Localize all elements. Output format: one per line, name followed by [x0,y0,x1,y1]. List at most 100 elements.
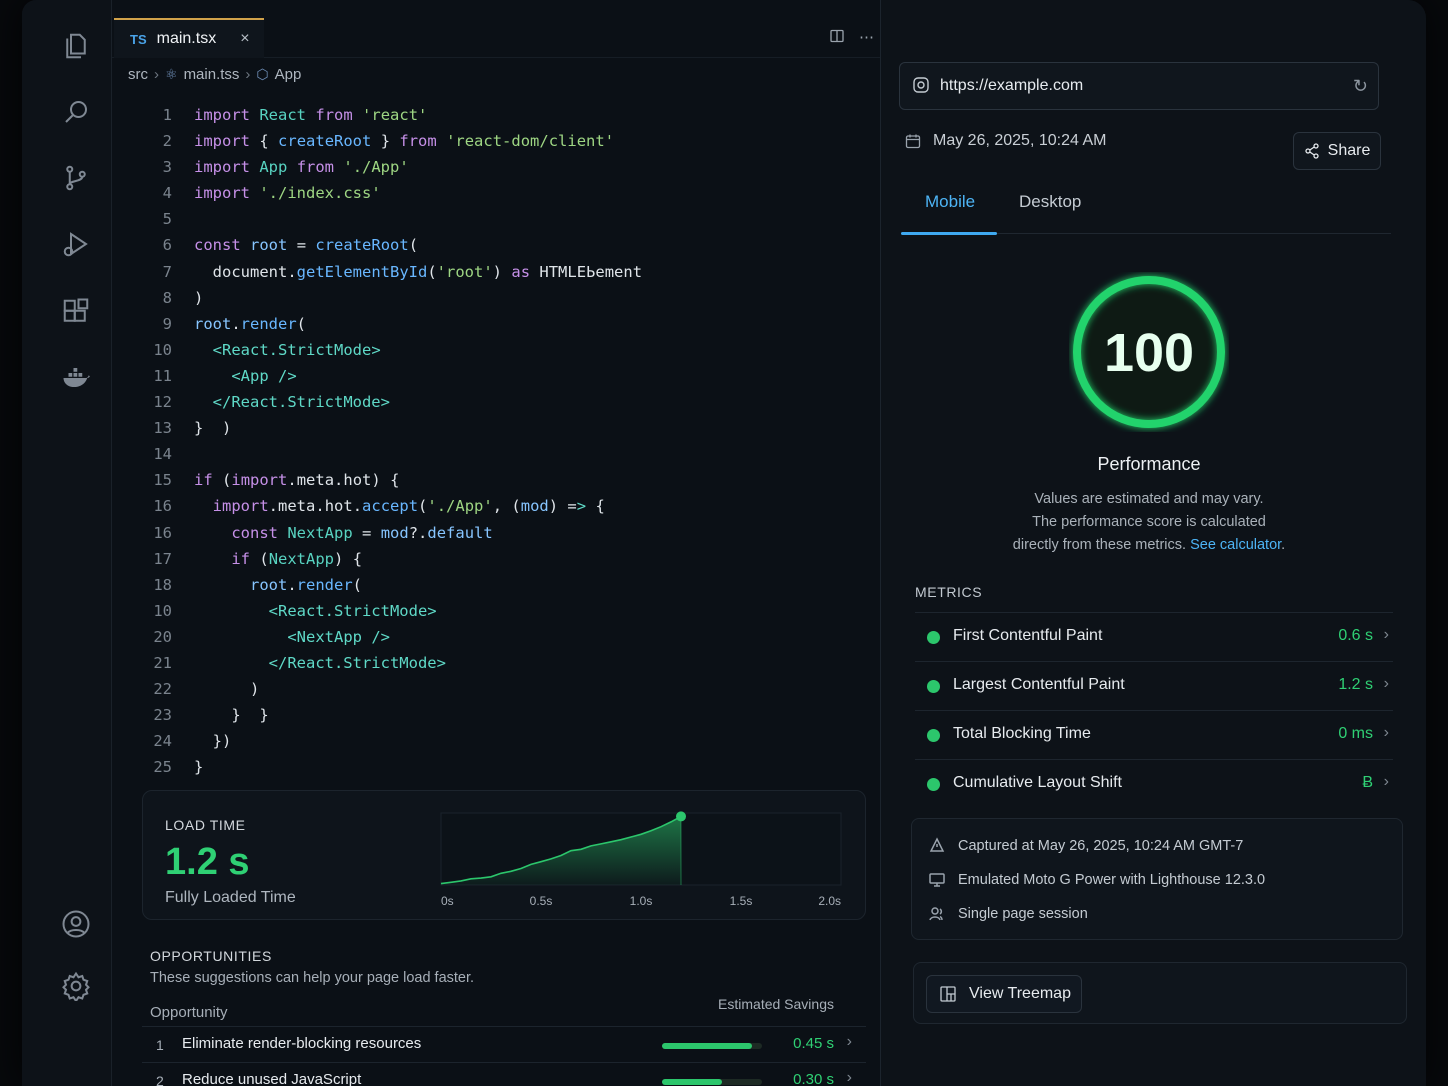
metric-name: Largest Contentful Paint [953,676,1125,693]
run-debug-icon[interactable] [56,224,96,264]
view-treemap-button[interactable]: View Treemap [926,975,1082,1013]
load-time-card: LOAD TIME 1.2 s Fully Loaded Time 0s 0.5s… [142,790,866,920]
line-number: 21 [153,653,172,672]
code-line[interactable]: 16 const NextApp = mod?.default [132,520,642,546]
code-line[interactable]: 4 import './index.css' [132,180,642,206]
code-line[interactable]: 24 }) [132,728,642,754]
metric-row[interactable]: Cumulative Layout Shift Ƀ › [915,759,1393,808]
breadcrumb-component[interactable]: App [275,66,302,83]
code-line[interactable]: 6 const root = createRoot( [132,232,642,258]
line-number: 11 [153,366,172,385]
code-line[interactable]: 12 </React.StrictMode> [132,389,642,415]
site-info-icon [912,76,930,99]
line-number: 24 [153,732,172,751]
code-text: ) [250,680,260,699]
url-text: https://example.com [940,77,1084,94]
metric-row[interactable]: Largest Contentful Paint 1.2 s › [915,661,1393,710]
chart-x-tick-label: 0s [441,894,454,908]
share-icon [1304,143,1319,159]
active-tab-indicator [901,232,997,235]
split-editor-icon[interactable] [829,28,845,48]
search-icon[interactable] [56,92,96,132]
code-line[interactable]: 15 if (import.meta.hot) { [132,467,642,493]
metric-row[interactable]: Total Blocking Time 0 ms › [915,710,1393,759]
docker-icon[interactable] [56,358,96,398]
code-line[interactable]: 10 <React.StrictMode> [132,337,642,363]
settings-gear-icon[interactable] [56,966,96,1006]
code-line[interactable]: 16 import.meta.hot.accept('./App', (mod)… [132,493,642,519]
performance-score: 100 [1103,323,1195,383]
close-tab-icon[interactable]: × [240,30,249,48]
code-line[interactable]: 11 <App /> [132,363,642,389]
code-text: root.render( [250,575,363,594]
chevron-right-icon: › [154,66,159,83]
opportunity-row[interactable]: 2 Reduce unused JavaScript 0.30 s › [142,1062,866,1086]
code-editor[interactable]: 1 import React from 'react' 2 import { crea… [132,102,642,780]
metric-value: 1.2 s [1338,676,1373,693]
code-line[interactable]: 17 if (NextApp) { [132,546,642,572]
load-time-sub: Fully Loaded Time [165,889,296,906]
status-good-dot [927,778,940,791]
extensions-icon[interactable] [56,292,96,332]
source-control-icon[interactable] [56,158,96,198]
code-line[interactable]: 3 import App from './App' [132,154,642,180]
line-number: 4 [162,184,172,203]
line-number: 7 [162,262,172,281]
captured-at-text: Captured at May 26, 2025, 10:24 AM GMT-7 [958,838,1244,854]
code-line[interactable]: 13} ) [132,415,642,441]
chart-x-tick-label: 2.0s [818,894,841,908]
savings-column-header: Estimated Savings [718,996,834,1012]
line-number: 25 [153,758,172,777]
line-number: 22 [153,680,172,699]
code-line[interactable]: 22 ) [132,676,642,702]
savings-bar-fill [662,1043,752,1049]
line-number: 1 [162,106,172,124]
activity-bar [22,0,112,1086]
performance-description: Values are estimated and may vary. The p… [999,488,1299,557]
line-number: 8 [162,288,172,307]
tab-desktop[interactable]: Desktop [1019,192,1081,212]
breadcrumb-folder[interactable]: src [128,66,148,83]
chart-end-point[interactable] [676,811,686,822]
refresh-icon[interactable]: ↻ [1353,76,1368,97]
opportunity-row[interactable]: 1 Eliminate render-blocking resources 0.… [142,1026,866,1062]
see-calculator-link[interactable]: See calculator [1190,537,1281,553]
pagespeed-panel: https://example.com ↻ May 26, 2025, 10:2… [880,0,1426,1086]
tab-mobile[interactable]: Mobile [925,192,975,212]
code-line[interactable]: 23 } } [132,702,642,728]
code-line[interactable]: 10 <React.StrictMode> [132,598,642,624]
savings-bar [662,1043,762,1049]
typescript-icon: TS [130,31,147,47]
code-line[interactable]: 21 </React.StrictMode> [132,650,642,676]
more-actions-icon[interactable]: ⋯ [859,28,874,48]
breadcrumb-file[interactable]: main.tss [184,66,240,83]
status-good-dot [927,631,940,644]
explorer-icon[interactable] [56,26,96,66]
account-icon[interactable] [56,904,96,944]
load-time-value: 1.2 s [165,841,250,883]
share-button[interactable]: Share [1293,132,1381,170]
url-bar[interactable]: https://example.com ↻ [899,62,1379,110]
code-line[interactable]: 20 <NextApp /> [132,624,642,650]
code-line[interactable]: 25} [132,754,642,780]
code-line[interactable]: 7 document.getElementById('root') as HTM… [132,259,642,285]
code-text: } [194,758,204,777]
opportunities-desc: These suggestions can help your page loa… [150,970,475,986]
line-number: 20 [153,627,172,646]
treemap-card: View Treemap [913,962,1407,1024]
line-number: 10 [153,601,172,620]
metric-row[interactable]: First Contentful Paint 0.6 s › [915,612,1393,661]
code-line[interactable]: 9 root.render( [132,311,642,337]
code-line[interactable]: 8) [132,285,642,311]
editor-tab-main[interactable]: TS main.tsx × [114,18,264,58]
datetime-text: May 26, 2025, 10:24 AM [933,132,1107,149]
code-line[interactable]: 18 root.render( [132,572,642,598]
line-number: 5 [162,210,172,229]
chevron-right-icon: › [1383,626,1389,643]
code-line[interactable]: 5 [132,206,642,232]
tab-filename: main.tsx [156,30,217,47]
code-line[interactable]: 2 import { createRoot } from 'react-dom/c… [132,128,642,154]
share-label: Share [1327,142,1371,159]
code-line[interactable]: 14 [132,441,642,467]
code-line[interactable]: 1 import React from 'react' [132,102,642,128]
